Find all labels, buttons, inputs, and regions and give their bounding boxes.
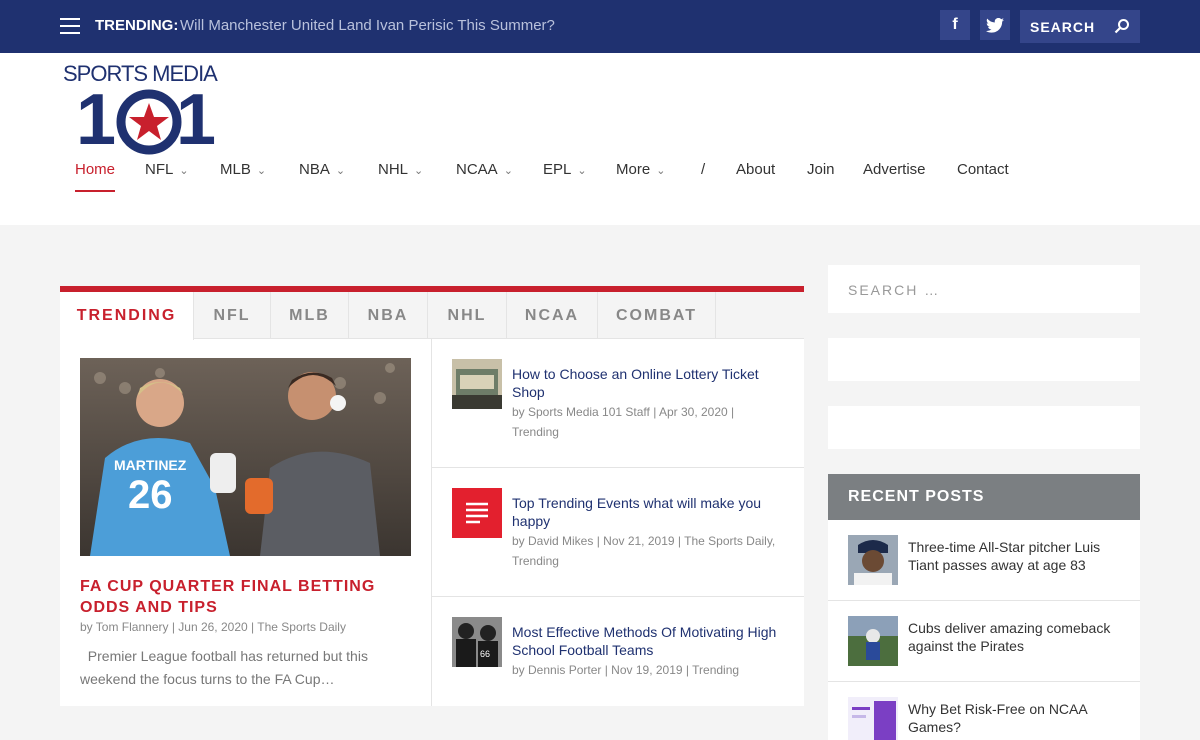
tab-combat[interactable]: COMBAT — [598, 292, 716, 339]
jersey-name: MARTINEZ — [114, 457, 187, 473]
nav-contact[interactable]: Contact — [957, 161, 1009, 178]
post-category[interactable]: Trending — [692, 663, 739, 677]
list-item: Cubs deliver amazing comeback against th… — [828, 601, 1140, 682]
site-logo[interactable]: SPORTS MEDIA 1 1 — [62, 61, 224, 160]
top-bar: TRENDING: Will Manchester United Land Iv… — [0, 0, 1200, 53]
post-author[interactable]: by Sports Media 101 Staff — [512, 405, 650, 419]
top-search-label: SEARCH — [1030, 19, 1096, 35]
nav-ncaa-label: NCAA — [456, 161, 498, 178]
post-author[interactable]: by Dennis Porter — [512, 663, 601, 677]
jersey-number: 26 — [128, 473, 173, 517]
nav-home[interactable]: Home — [75, 161, 116, 192]
list-item: Three-time All-Star pitcher Luis Tiant p… — [828, 520, 1140, 601]
post-thumbnail[interactable] — [452, 359, 502, 409]
tab-trending[interactable]: TRENDING — [60, 292, 194, 340]
feature-category[interactable]: The Sports Daily — [257, 620, 346, 634]
chevron-down-icon: ⌄ — [577, 165, 587, 177]
nav-nhl[interactable]: NHL ⌄ — [378, 161, 423, 178]
post-date: Nov 19, 2019 — [611, 663, 683, 677]
post-meta: by David Mikes | Nov 21, 2019 | The Spor… — [512, 534, 776, 568]
feature-meta: by Tom Flannery | Jun 26, 2020 | The Spo… — [80, 620, 346, 634]
chevron-down-icon: ⌄ — [656, 165, 666, 177]
recent-post-title-link[interactable]: Cubs deliver amazing comeback against th… — [908, 619, 1128, 655]
list-item: Why Bet Risk-Free on NCAA Games? — [828, 682, 1140, 740]
chevron-down-icon: ⌄ — [335, 165, 346, 177]
tab-ncaa[interactable]: NCAA — [507, 292, 598, 339]
sidebar-widget — [828, 406, 1140, 449]
facebook-icon[interactable]: f — [940, 10, 970, 40]
sidebar-search-placeholder: SEARCH … — [848, 282, 941, 298]
feature-title-link[interactable]: FA CUP QUARTER FINAL BETTING ODDS AND TI… — [80, 576, 420, 618]
category-tabs: TRENDING NFL MLB NBA NHL NCAA COMBAT — [60, 292, 804, 340]
nav-separator[interactable]: / — [701, 161, 705, 178]
recent-post-title-link[interactable]: Why Bet Risk-Free on NCAA Games? — [908, 700, 1128, 736]
twitter-icon[interactable] — [980, 10, 1010, 40]
nav-epl[interactable]: EPL ⌄ — [543, 161, 587, 178]
feature-date: Jun 26, 2020 — [178, 620, 248, 634]
nav-more-label: More — [616, 161, 651, 178]
tab-nhl[interactable]: NHL — [428, 292, 507, 339]
recent-post-title-link[interactable]: Three-time All-Star pitcher Luis Tiant p… — [908, 538, 1128, 574]
post-thumbnail[interactable] — [452, 488, 502, 538]
recent-post-thumbnail[interactable] — [848, 697, 898, 740]
tab-nfl[interactable]: NFL — [194, 292, 271, 339]
post-meta: by Sports Media 101 Staff | Apr 30, 2020… — [512, 405, 735, 439]
site-header: SPORTS MEDIA 1 1 Home NFL ⌄ MLB ⌄ NBA ⌄ NHL… — [0, 53, 1200, 225]
nav-nfl[interactable]: NFL ⌄ — [145, 161, 189, 178]
post-title-link[interactable]: Most Effective Methods Of Motivating Hig… — [512, 623, 792, 659]
tabbed-posts-widget: TRENDING NFL MLB NBA NHL NCAA COMBAT 26 … — [60, 286, 804, 706]
nav-nfl-label: NFL — [145, 161, 174, 178]
chevron-down-icon: ⌄ — [179, 165, 189, 177]
feature-image[interactable]: 26 MARTINEZ — [80, 358, 411, 556]
trending-headline-link[interactable]: Will Manchester United Land Ivan Perisic… — [180, 17, 555, 34]
feature-excerpt: Premier League football has returned but… — [80, 645, 400, 691]
post-category[interactable]: Trending — [512, 425, 559, 439]
list-item: How to Choose an Online Lottery Ticket S… — [432, 339, 804, 468]
feature-author[interactable]: by Tom Flannery — [80, 620, 168, 634]
post-author[interactable]: by David Mikes — [512, 534, 593, 548]
nav-more[interactable]: More ⌄ — [616, 161, 665, 178]
post-date: Nov 21, 2019 — [603, 534, 675, 548]
tab-nba[interactable]: NBA — [349, 292, 428, 339]
list-item: Top Trending Events what will make you h… — [432, 468, 804, 597]
post-meta: by Dennis Porter | Nov 19, 2019 | Trendi… — [512, 663, 740, 677]
hamburger-menu-icon[interactable] — [60, 18, 80, 34]
nav-join[interactable]: Join — [807, 161, 835, 178]
search-icon[interactable] — [1114, 18, 1130, 39]
trending-label: TRENDING: — [95, 17, 179, 34]
logo-star-circle-icon — [116, 89, 182, 155]
nav-about[interactable]: About — [736, 161, 775, 178]
top-search-box[interactable]: SEARCH — [1020, 10, 1140, 43]
recent-post-thumbnail[interactable] — [848, 616, 898, 666]
post-title-link[interactable]: Top Trending Events what will make you h… — [512, 494, 792, 530]
recent-posts-heading: RECENT POSTS — [828, 474, 1140, 520]
chevron-down-icon: ⌄ — [503, 165, 513, 177]
post-date: Apr 30, 2020 — [658, 405, 728, 419]
chevron-down-icon: ⌄ — [256, 165, 267, 177]
post-title-link[interactable]: How to Choose an Online Lottery Ticket S… — [512, 365, 792, 401]
post-thumbnail[interactable]: 66 — [452, 617, 502, 667]
nav-nhl-label: NHL — [378, 161, 409, 178]
nav-advertise[interactable]: Advertise — [863, 161, 926, 178]
nav-nba-label: NBA — [299, 161, 330, 178]
tab-mlb[interactable]: MLB — [271, 292, 349, 339]
sidebar-widget — [828, 338, 1140, 381]
nav-ncaa[interactable]: NCAA ⌄ — [456, 161, 513, 178]
svg-text:66: 66 — [480, 649, 490, 659]
logo-digit-one-left: 1 — [76, 80, 117, 160]
recent-post-thumbnail[interactable] — [848, 535, 898, 585]
sidebar-search-input[interactable]: SEARCH … — [828, 265, 1140, 313]
nav-mlb[interactable]: MLB ⌄ — [220, 161, 266, 178]
logo-digit-one-right: 1 — [176, 80, 217, 160]
nav-home-label: Home — [75, 161, 116, 178]
list-item: 66 Most Effective Methods Of Motivating … — [432, 597, 804, 726]
nav-epl-label: EPL — [543, 161, 572, 178]
feature-excerpt-text: Premier League football has returned but… — [80, 648, 368, 687]
nav-mlb-label: MLB — [220, 161, 251, 178]
nav-nba[interactable]: NBA ⌄ — [299, 161, 345, 178]
chevron-down-icon: ⌄ — [414, 165, 424, 177]
